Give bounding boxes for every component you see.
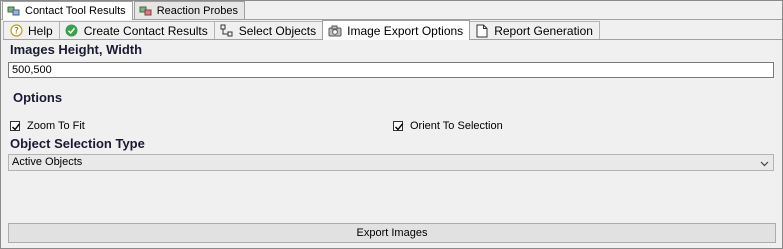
- tab-label: Report Generation: [494, 23, 593, 38]
- object-selection-type-heading: Object Selection Type: [10, 136, 145, 151]
- checkbox-label: Orient To Selection: [410, 120, 503, 132]
- contact-tool-icon: [7, 5, 21, 17]
- tab-label: Image Export Options: [347, 23, 464, 38]
- tab-reaction-probes[interactable]: Reaction Probes: [133, 1, 246, 19]
- options-tab-bar: ? Help Create Contact Results Select Obj…: [3, 20, 782, 40]
- images-size-input[interactable]: [8, 62, 774, 78]
- tab-label: Create Contact Results: [83, 23, 208, 38]
- check-circle-icon: [65, 24, 79, 38]
- camera-icon: [328, 24, 342, 38]
- select-objects-icon: [220, 24, 234, 38]
- document-icon: [475, 24, 489, 38]
- top-tab-bar: Contact Tool Results Reaction Probes: [1, 1, 782, 20]
- checkmark-icon: [395, 123, 404, 131]
- tab-report-generation[interactable]: Report Generation: [469, 21, 600, 39]
- checkbox-box[interactable]: [393, 121, 404, 131]
- tab-help[interactable]: ? Help: [3, 21, 60, 39]
- tab-label: Help: [28, 23, 53, 38]
- checkbox-label: Zoom To Fit: [27, 120, 85, 132]
- tab-select-objects[interactable]: Select Objects: [213, 21, 324, 39]
- export-images-button[interactable]: Export Images: [8, 223, 776, 243]
- svg-text:?: ?: [14, 27, 19, 37]
- options-heading: Options: [13, 90, 63, 105]
- chevron-down-icon: [760, 158, 769, 173]
- tab-contact-tool-results[interactable]: Contact Tool Results: [2, 1, 133, 20]
- image-export-options-panel: Images Height, Width Options Zoom To Fit…: [3, 40, 782, 248]
- dropdown-selected-value: Active Objects: [12, 156, 83, 168]
- reaction-probe-icon: [139, 5, 153, 17]
- tab-create-contact-results[interactable]: Create Contact Results: [58, 21, 215, 39]
- help-icon: ?: [9, 24, 23, 38]
- contact-tool-window: Contact Tool Results Reaction Probes ? H…: [0, 0, 783, 249]
- tab-image-export-options[interactable]: Image Export Options: [322, 20, 471, 40]
- tab-label: Reaction Probes: [156, 4, 239, 17]
- checkmark-icon: [12, 123, 21, 131]
- zoom-to-fit-checkbox[interactable]: Zoom To Fit: [10, 120, 85, 132]
- checkbox-box[interactable]: [10, 121, 21, 131]
- object-selection-type-dropdown[interactable]: Active Objects: [8, 154, 774, 171]
- tab-label: Select Objects: [238, 23, 317, 38]
- images-size-heading: Images Height, Width: [10, 42, 143, 57]
- tab-label: Contact Tool Results: [25, 5, 126, 17]
- orient-to-selection-checkbox[interactable]: Orient To Selection: [393, 120, 503, 132]
